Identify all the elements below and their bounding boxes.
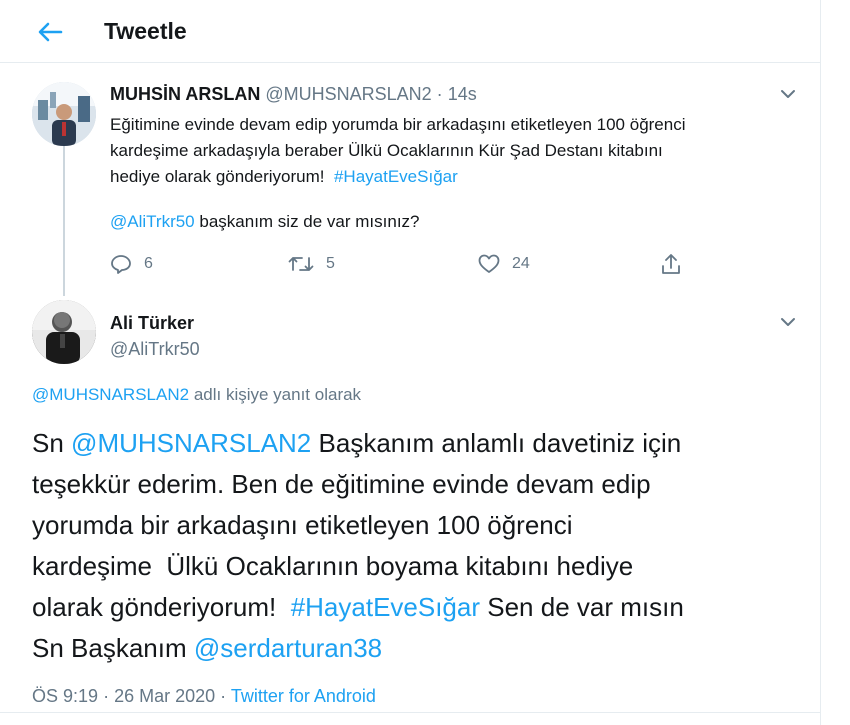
tweet-date[interactable]: 26 Mar 2020 bbox=[114, 686, 215, 706]
retweet-count: 5 bbox=[326, 255, 335, 272]
author-name[interactable]: MUHSİN ARSLAN bbox=[110, 84, 260, 104]
tweet-options-button[interactable] bbox=[776, 82, 800, 106]
tweet-text-segment: Sn Başkanım bbox=[32, 633, 187, 663]
avatar-photo bbox=[32, 300, 96, 364]
replying-to-label: adlı kişiye yanıt olarak bbox=[193, 385, 362, 404]
replying-to: @MUHSNARSLAN2 adlı kişiye yanıt olarak bbox=[32, 385, 361, 405]
retweet-icon bbox=[288, 257, 314, 271]
share-button[interactable] bbox=[660, 252, 694, 276]
page-title: Tweetle bbox=[104, 18, 187, 44]
thread-line bbox=[63, 146, 65, 296]
tweet-text-line: kardeşime arkadaşıyla beraber Ülkü Ocakl… bbox=[110, 141, 663, 160]
tweet-detail-panel: Tweetle MUHSİN ARSLAN @MUHSNARSLAN2 · 14… bbox=[0, 0, 821, 725]
tweet-text-line: olarak gönderiyorum! #HayatEveSığar Sen … bbox=[32, 587, 802, 628]
separator-dot: · bbox=[220, 686, 227, 706]
tweet-text-line: teşekkür ederim. Ben de eğitimine evinde… bbox=[32, 469, 651, 499]
author-name[interactable]: Ali Türker bbox=[110, 313, 194, 334]
tweet-text-line: Eğitimine evinde devam edip yorumda bir … bbox=[110, 115, 686, 134]
tweet-text: Sn @MUHSNARSLAN2 Başkanım anlamlı daveti… bbox=[32, 423, 802, 669]
author-handle[interactable]: @AliTrkr50 bbox=[110, 339, 200, 360]
avatar[interactable] bbox=[32, 300, 96, 364]
avatar[interactable] bbox=[32, 82, 96, 146]
mention-text: başkanım siz de var mısınız? bbox=[199, 212, 420, 231]
tweet-text-segment: Sn bbox=[32, 428, 64, 458]
chevron-down-icon bbox=[781, 318, 795, 326]
chevron-down-icon bbox=[781, 90, 795, 98]
share-icon bbox=[662, 254, 680, 274]
tweet-mention-line: @AliTrkr50 başkanım siz de var mısınız? bbox=[110, 212, 420, 232]
tweet-text-segment: olarak gönderiyorum! bbox=[32, 592, 277, 622]
back-button[interactable] bbox=[30, 12, 70, 52]
tweet-text-segment: Sen de var mısın bbox=[487, 592, 684, 622]
divider bbox=[0, 712, 820, 713]
arrow-left-icon bbox=[38, 22, 63, 42]
mention-link[interactable]: @AliTrkr50 bbox=[110, 212, 195, 231]
tweet-meta: ÖS 9:19 · 26 Mar 2020 · Twitter for Andr… bbox=[32, 686, 376, 707]
tweet-options-button[interactable] bbox=[776, 310, 800, 334]
tweet-text-line: kardeşime Ülkü Ocaklarının boyama kitabı… bbox=[32, 551, 634, 581]
mention-link[interactable]: @serdarturan38 bbox=[194, 633, 382, 663]
replying-to-link[interactable]: @MUHSNARSLAN2 bbox=[32, 385, 189, 404]
tweet-time[interactable]: ÖS 9:19 bbox=[32, 686, 98, 706]
heart-icon bbox=[478, 254, 500, 273]
like-button[interactable]: 24 bbox=[478, 252, 530, 276]
tweet-text-segment: hediye olarak gönderiyorum! bbox=[110, 167, 325, 186]
separator-dot: · bbox=[436, 84, 443, 104]
reply-button[interactable]: 6 bbox=[110, 252, 153, 276]
hashtag-link[interactable]: #HayatEveSığar bbox=[334, 167, 458, 186]
like-count: 24 bbox=[512, 255, 530, 272]
tweet-text-segment: Başkanım anlamlı davetiniz için bbox=[318, 428, 682, 458]
hashtag-link[interactable]: #HayatEveSığar bbox=[291, 592, 480, 622]
mention-link[interactable]: @MUHSNARSLAN2 bbox=[71, 428, 311, 458]
reply-icon bbox=[111, 255, 131, 274]
reply-count: 6 bbox=[144, 255, 153, 272]
avatar-photo bbox=[32, 82, 96, 146]
separator-dot: · bbox=[103, 686, 110, 706]
header-bar: Tweetle bbox=[0, 0, 820, 63]
tweet-time[interactable]: 14s bbox=[448, 84, 477, 104]
tweet-text-line: yorumda bir arkadaşını etiketleyen 100 ö… bbox=[32, 510, 573, 540]
tweet-header: MUHSİN ARSLAN @MUHSNARSLAN2 · 14s bbox=[110, 84, 477, 105]
retweet-button[interactable]: 5 bbox=[288, 252, 335, 276]
tweet-text: Eğitimine evinde devam edip yorumda bir … bbox=[110, 112, 810, 190]
source-link[interactable]: Twitter for Android bbox=[231, 686, 376, 706]
author-handle[interactable]: @MUHSNARSLAN2 bbox=[265, 84, 431, 104]
tweet-text-line: hediye olarak gönderiyorum! #HayatEveSığ… bbox=[110, 164, 810, 190]
tweet-text-line: Sn @MUHSNARSLAN2 Başkanım anlamlı daveti… bbox=[32, 423, 802, 464]
tweet-text-line: Sn Başkanım @serdarturan38 bbox=[32, 628, 802, 669]
